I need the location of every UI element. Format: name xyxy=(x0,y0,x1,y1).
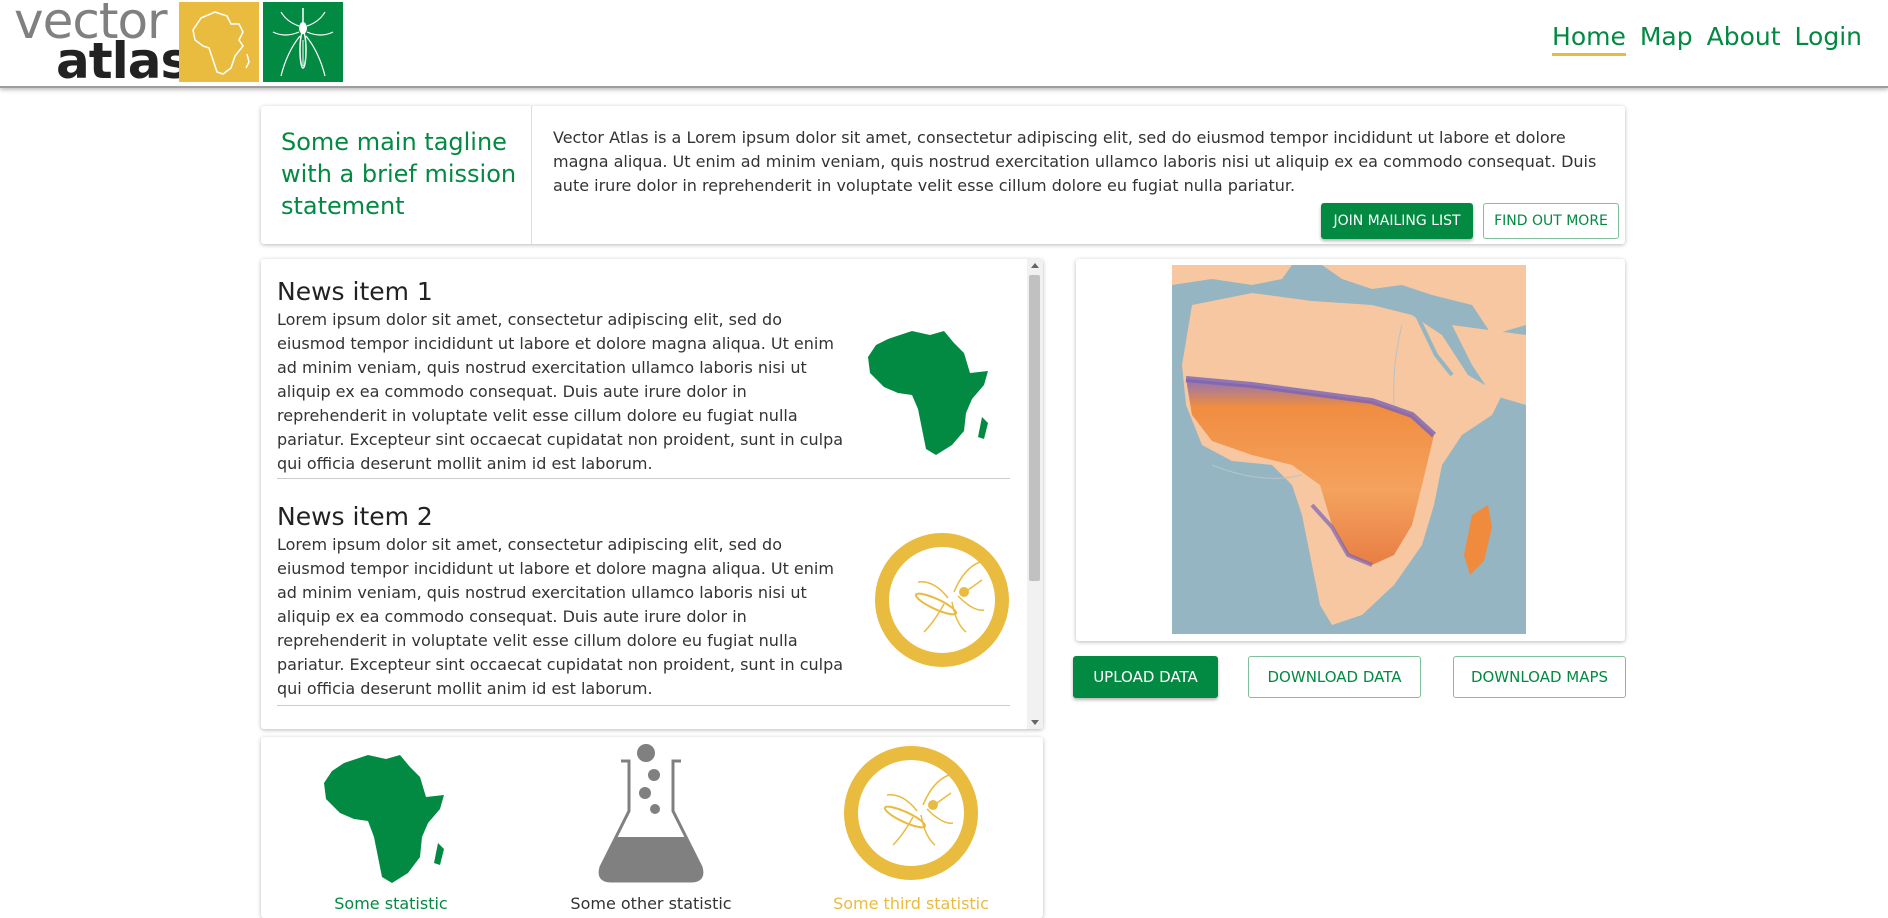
join-mailing-list-button[interactable]: JOIN MAILING LIST xyxy=(1321,203,1473,239)
logo-word-atlas: atlas xyxy=(56,32,190,90)
africa-map-image[interactable] xyxy=(1172,265,1526,634)
news-title: News item 2 xyxy=(277,502,433,531)
news-body: Lorem ipsum dolor sit amet, consectetur … xyxy=(277,310,844,473)
intro-text: Vector Atlas is a Lorem ipsum dolor sit … xyxy=(553,128,1597,195)
news-panel[interactable]: News item 1 Lorem ipsum dolor sit amet, … xyxy=(261,259,1043,729)
stat-2: Some other statistic xyxy=(521,737,781,918)
logo-mosquito-icon xyxy=(263,2,343,82)
logo-africa-icon xyxy=(179,2,259,82)
intro-divider xyxy=(531,106,532,244)
map-preview-card[interactable] xyxy=(1076,259,1625,641)
news-scrollbar[interactable] xyxy=(1027,259,1043,729)
stat-label: Some third statistic xyxy=(833,894,989,913)
africa-icon xyxy=(860,313,1010,463)
main-nav: Home Map About Login xyxy=(1552,22,1862,56)
news-item: News item 2 Lorem ipsum dolor sit amet, … xyxy=(277,502,1010,706)
download-data-button[interactable]: DOWNLOAD DATA xyxy=(1248,656,1421,698)
upload-data-button[interactable]: UPLOAD DATA xyxy=(1073,656,1218,698)
scroll-down-icon[interactable] xyxy=(1031,720,1039,725)
stat-label: Some other statistic xyxy=(570,894,732,913)
news-title: News item 1 xyxy=(277,277,433,306)
africa-icon xyxy=(324,755,444,883)
find-out-more-button[interactable]: FIND OUT MORE xyxy=(1483,203,1619,239)
mosquito-icon xyxy=(844,746,978,880)
nav-map[interactable]: Map xyxy=(1640,22,1693,56)
intro-card: Some main tagline with a brief mission s… xyxy=(261,106,1625,244)
stat-label: Some statistic xyxy=(334,894,448,913)
stat-3: Some third statistic xyxy=(781,737,1041,918)
nav-home[interactable]: Home xyxy=(1552,22,1626,56)
top-header: vector atlas Home Map About Login xyxy=(0,0,1888,90)
nav-about[interactable]: About xyxy=(1707,22,1781,56)
download-maps-button[interactable]: DOWNLOAD MAPS xyxy=(1453,656,1626,698)
scroll-up-icon[interactable] xyxy=(1031,263,1039,268)
vector-atlas-logo[interactable]: vector atlas xyxy=(14,0,344,90)
stats-panel: Some statistic Some other statistic Some… xyxy=(261,737,1043,918)
stat-1: Some statistic xyxy=(261,737,521,918)
mission-tagline: Some main tagline with a brief mission s… xyxy=(281,128,517,220)
nav-login[interactable]: Login xyxy=(1795,22,1862,56)
flask-icon xyxy=(598,744,704,883)
news-item: News item 1 Lorem ipsum dolor sit amet, … xyxy=(277,277,1010,479)
mosquito-icon xyxy=(874,532,1010,668)
news-body: Lorem ipsum dolor sit amet, consectetur … xyxy=(277,535,844,698)
scroll-thumb[interactable] xyxy=(1029,275,1040,581)
